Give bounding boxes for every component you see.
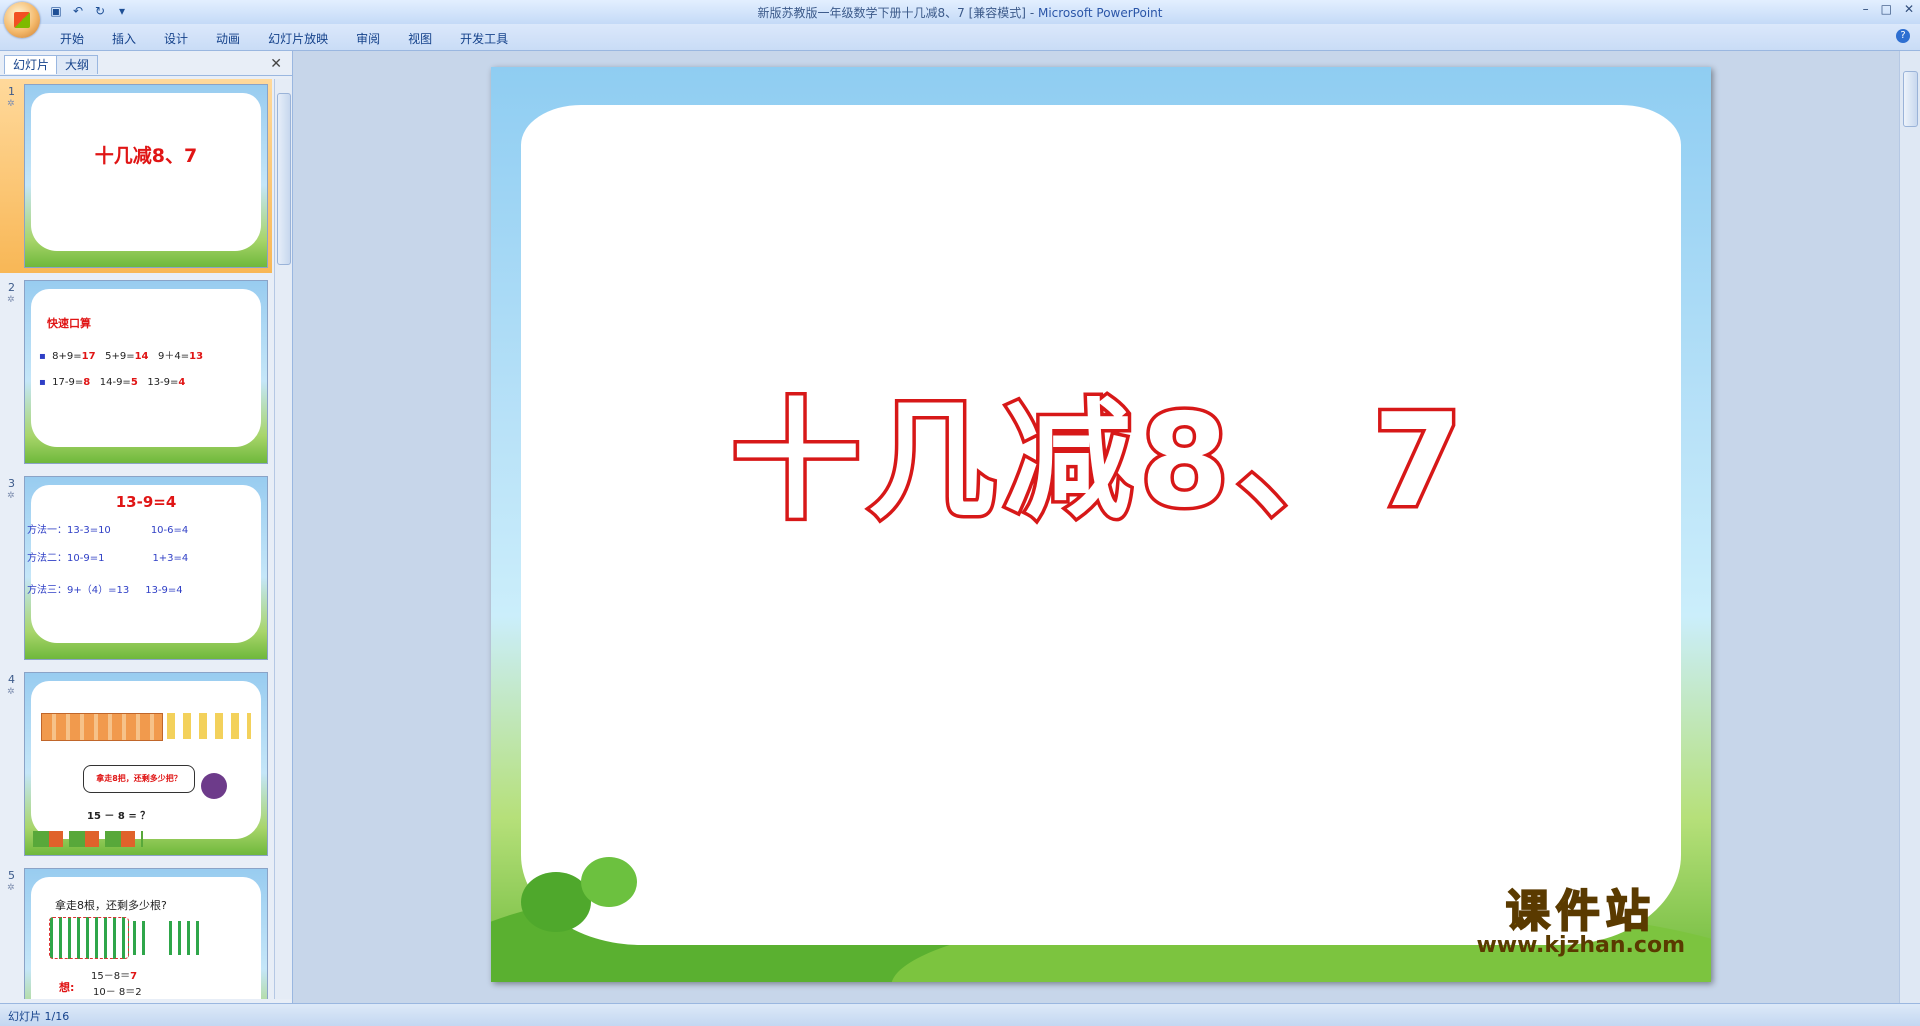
sticks-group-b [169, 921, 203, 955]
slide-number: 4 [8, 673, 15, 686]
slide-number: 1 [8, 85, 15, 98]
slide-title[interactable]: 十几减8、7 [491, 357, 1711, 542]
watermark-brand: 课件站 [1505, 885, 1656, 938]
slide-panel [31, 289, 261, 447]
slides-pane: 幻灯片 大纲 ✕ 1 ✲ 十几减8、7 2 ✲ 快速口算 ▪ 8+9=17 5+… [0, 51, 293, 1003]
eggplant-character [201, 773, 227, 799]
thumb-eq-1: 15－8＝7 [91, 971, 138, 982]
thumbnail-preview: 拿走8把，还剩多少把？ 15 － 8 = ？ [24, 672, 268, 856]
sticks-group-ten [49, 917, 129, 959]
tab-design[interactable]: 设计 [164, 30, 188, 47]
scrollbar-thumb[interactable] [277, 93, 291, 265]
status-bar: 幻灯片 1/16 [0, 1003, 1920, 1026]
title-bar: ▣ ↶ ↻ ▾ 新版苏教版一年级数学下册十几减8、7 [兼容模式] - Micr… [0, 0, 1920, 38]
slide-number: 2 [8, 281, 15, 294]
tab-developer[interactable]: 开发工具 [460, 30, 508, 47]
thumbnail-preview: 13-9=4 方法一：13-3=10 10-6=4 方法二：10-9=1 1+3=4… [24, 476, 268, 660]
tab-animation[interactable]: 动画 [216, 30, 240, 47]
slide-panel [31, 93, 261, 251]
thumb-method-1: 方法一：13-3=10 10-6=4 [27, 525, 189, 536]
close-icon[interactable]: ✕ [270, 56, 282, 72]
ribbon: 开始 插入 设计 动画 幻灯片放映 审阅 视图 开发工具 ? [0, 24, 1920, 51]
slide-thumbnail-2[interactable]: 2 ✲ 快速口算 ▪ 8+9=17 5+9=14 9＋4=13 ▪ 17-9=8… [0, 275, 272, 469]
thumbnail-list: 1 ✲ 十几减8、7 2 ✲ 快速口算 ▪ 8+9=17 5+9=14 9＋4=… [0, 79, 272, 999]
animation-star-icon: ✲ [7, 687, 15, 697]
slide-number: 3 [8, 477, 15, 490]
keys-image [167, 713, 251, 739]
thumb-eq-2: 10－ 8＝2 [93, 987, 142, 998]
close-icon[interactable]: ✕ [1904, 2, 1914, 16]
tab-review[interactable]: 审阅 [356, 30, 380, 47]
thumb-heading: 13-9=4 [115, 493, 177, 511]
ribbon-tabs: 开始 插入 设计 动画 幻灯片放映 审阅 视图 开发工具 [60, 30, 536, 47]
slide-thumbnail-1[interactable]: 1 ✲ 十几减8、7 [0, 79, 272, 273]
animation-star-icon: ✲ [7, 883, 15, 893]
app-name: Microsoft PowerPoint [1037, 6, 1163, 20]
thumbnail-preview: 十几减8、7 [24, 84, 268, 268]
animation-star-icon: ✲ [7, 295, 15, 305]
speech-bubble: 拿走8把，还剩多少把？ [83, 765, 195, 793]
office-button[interactable] [4, 2, 40, 38]
tab-slides[interactable]: 幻灯片 [4, 55, 59, 74]
tab-slideshow[interactable]: 幻灯片放映 [268, 30, 328, 47]
slide-thumbnail-5[interactable]: 5 ✲ 拿走8根，还剩多少根? 想: 15－8＝7 10－ 8＝2 [0, 863, 272, 999]
tree-image [581, 857, 637, 907]
thumb-row-2: ▪ 17-9=8 14-9=5 13-9=4 [39, 377, 186, 388]
watermark-url: www.kjzhan.com [1476, 933, 1685, 958]
restore-icon[interactable]: □ [1881, 2, 1892, 16]
tab-outline[interactable]: 大纲 [56, 55, 99, 74]
thumb-row-1: ▪ 8+9=17 5+9=14 9＋4=13 [39, 351, 204, 362]
pencil-box-image [41, 713, 163, 741]
think-label: 想: [59, 981, 75, 994]
animation-star-icon: ✲ [7, 99, 15, 109]
sticks-group-a [133, 921, 147, 955]
pane-tabs: 幻灯片 大纲 ✕ [0, 53, 292, 76]
thumb-method-3: 方法三：9+（4）=13 13-9=4 [27, 585, 183, 596]
thumb-equation: 15 － 8 = ？ [87, 811, 151, 822]
slide-number: 5 [8, 869, 15, 882]
tab-home[interactable]: 开始 [60, 30, 84, 47]
window-title: 新版苏教版一年级数学下册十几减8、7 [兼容模式] - Microsoft Po… [757, 6, 1163, 20]
main-scrollbar[interactable] [1899, 51, 1920, 1003]
slide-thumbnail-3[interactable]: 3 ✲ 13-9=4 方法一：13-3=10 10-6=4 方法二：10-9=1 1… [0, 471, 272, 665]
thumb-heading: 快速口算 [47, 317, 91, 330]
thumb-question: 拿走8根，还剩多少根? [55, 899, 167, 912]
animation-star-icon: ✲ [7, 491, 15, 501]
slide-counter: 幻灯片 1/16 [8, 1010, 70, 1023]
scrollbar-thumb[interactable] [1903, 71, 1918, 127]
minimize-icon[interactable]: – [1863, 2, 1869, 16]
document-title: 新版苏教版一年级数学下册十几减8、7 [兼容模式] [757, 6, 1026, 20]
tab-view[interactable]: 视图 [408, 30, 432, 47]
pane-scrollbar[interactable] [274, 79, 292, 999]
help-icon[interactable]: ? [1896, 29, 1910, 43]
vegetables-image [33, 831, 143, 847]
current-slide[interactable]: 十几减8、7 课件站 www.kjzhan.com [491, 67, 1711, 982]
tab-insert[interactable]: 插入 [112, 30, 136, 47]
thumb-method-2: 方法二：10-9=1 1+3=4 [27, 553, 189, 564]
thumbnail-preview: 快速口算 ▪ 8+9=17 5+9=14 9＋4=13 ▪ 17-9=8 14-… [24, 280, 268, 464]
thumbnail-preview: 拿走8根，还剩多少根? 想: 15－8＝7 10－ 8＝2 [24, 868, 268, 999]
watermark: 课件站 www.kjzhan.com [1476, 875, 1685, 958]
window-controls: – □ ✕ [1863, 2, 1914, 16]
office-logo-icon [14, 12, 30, 28]
thumb-title: 十几减8、7 [94, 145, 198, 167]
slide-thumbnail-4[interactable]: 4 ✲ 拿走8把，还剩多少把？ 15 － 8 = ？ [0, 667, 272, 861]
